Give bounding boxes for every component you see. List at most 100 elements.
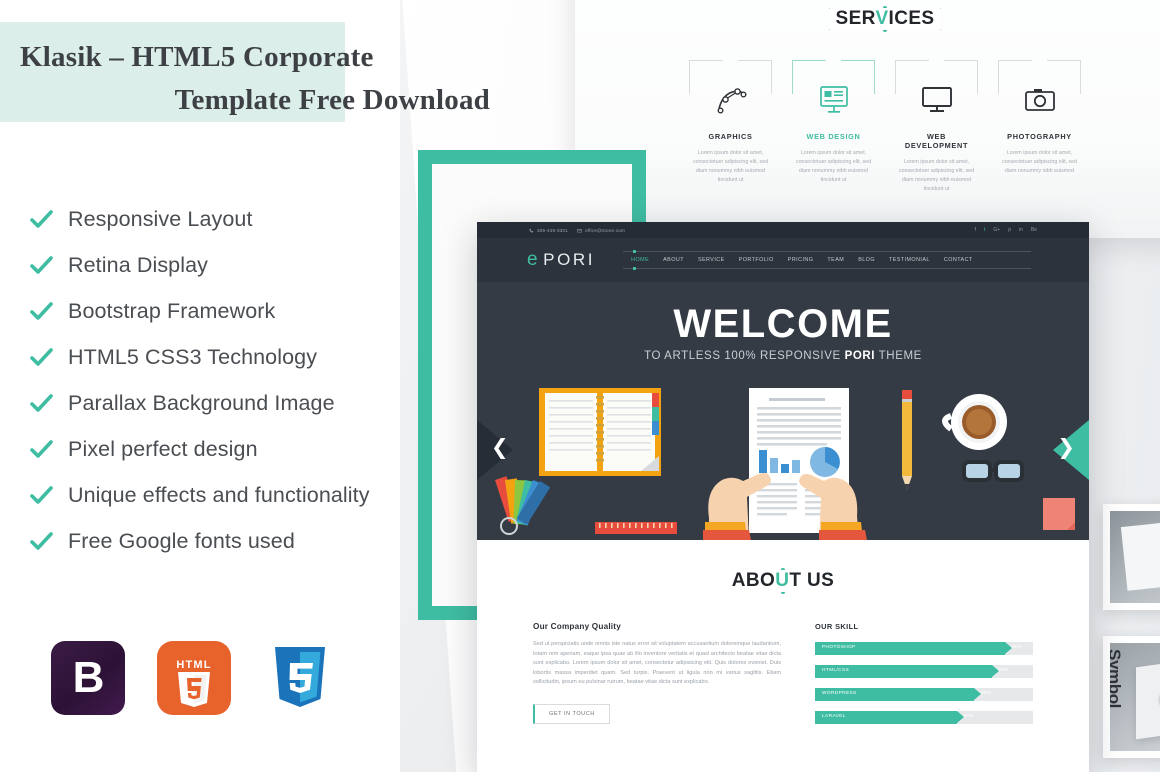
camera-icon [998, 78, 1081, 122]
nav-item-blog[interactable]: BLOG [858, 257, 875, 263]
get-in-touch-button[interactable]: GET IN TOUCH [533, 703, 610, 724]
headline-line-1: Klasik – HTML5 Corporate [20, 41, 374, 73]
thumbnail-symbol-book[interactable]: Symbol [1103, 636, 1160, 758]
linkedin-icon[interactable]: in [1019, 227, 1023, 233]
social-links: f t G+ p in Be [975, 227, 1037, 233]
nav-item-testimonial[interactable]: TESTIMONIAL [889, 257, 930, 263]
service-name: PHOTOGRAPHY [1007, 132, 1072, 141]
about-section-header: ABOUT US [477, 566, 1089, 596]
hero-title: WELCOME [673, 302, 893, 346]
card-border-tr-v [771, 60, 772, 94]
card-border-tl-h [792, 60, 826, 61]
email-info: office@stone.com [577, 228, 625, 233]
services-title-pre: SER [835, 8, 876, 29]
card-border-tl-v [689, 60, 690, 94]
page-title: Klasik – HTML5 Corporate Template Free D… [20, 36, 490, 122]
feature-item-unique-effects: Unique effects and functionality [28, 472, 448, 518]
card-border-tr-h [944, 60, 978, 61]
card-border-tl-h [998, 60, 1032, 61]
nav-item-home[interactable]: HOME [631, 257, 649, 263]
nav-rule-bottom [623, 268, 1031, 269]
check-icon [28, 298, 54, 324]
logo-mark: e [527, 249, 541, 270]
skill-name: WORDPRESS [822, 691, 857, 696]
behance-icon[interactable]: Be [1031, 227, 1037, 233]
envelope-icon [577, 228, 582, 232]
check-icon [28, 390, 54, 416]
about-title-pre: ABO [731, 570, 776, 591]
pinterest-icon[interactable]: p [1008, 227, 1011, 233]
services-screenshot: SERVICES GRAPHICS Lorem ipsum dolor sit … [575, 0, 1160, 238]
html5-badge-wordmark: HTML [176, 659, 211, 671]
company-quality-text: Sed ut perspiciatis unde omnis iste natu… [533, 641, 781, 686]
check-icon [28, 252, 54, 278]
site-logo[interactable]: e PORI [527, 249, 595, 271]
card-border-tr-v [977, 60, 978, 94]
hero-text: WELCOME TO ARTLESS 100% RESPONSIVE PORI … [477, 304, 1089, 362]
skill-bar-htmlcss: HTML/CSS 90% [815, 665, 1033, 678]
service-name: GRAPHICS [708, 132, 753, 141]
google-plus-icon[interactable]: G+ [993, 227, 1000, 233]
nav-container: HOME ABOUT SERVICE PORTFOLIO PRICING TEA… [623, 250, 1039, 270]
feature-item-parallax-background: Parallax Background Image [28, 380, 448, 426]
card-border-tr-h [841, 60, 875, 61]
service-desc: Lorem ipsum dolor sit amet, consectetuer… [795, 150, 872, 183]
thumbnail-hand-drawing[interactable] [1103, 504, 1160, 610]
desk-illustration [477, 380, 1089, 540]
services-title: SERVICES [829, 8, 941, 30]
chevron-left-icon[interactable]: ❮ [491, 437, 509, 458]
skill-value: 95% [1011, 645, 1022, 650]
service-card-web-development[interactable]: WEB DEVELOPMENT Lorem ipsum dolor sit am… [885, 60, 988, 194]
twitter-icon[interactable]: t [984, 227, 985, 233]
sticky-note [1043, 498, 1075, 530]
card-border-tl-v [998, 60, 999, 94]
hero-slider: WELCOME TO ARTLESS 100% RESPONSIVE PORI … [477, 282, 1089, 540]
services-title-accent: V [875, 8, 889, 29]
pencil [902, 390, 912, 490]
bootstrap-badge-label: B [72, 653, 105, 702]
technology-badges: B HTML [51, 641, 337, 715]
skill-value: 80% [963, 714, 974, 719]
main-preview-screenshot: 305-449-3301 office@stone.com f t G+ p i… [477, 222, 1089, 772]
service-card-graphics[interactable]: GRAPHICS Lorem ipsum dolor sit amet, con… [679, 60, 782, 194]
ruler [595, 522, 677, 534]
thumbnail-caption: Symbol [1110, 649, 1124, 709]
nav-item-service[interactable]: SERVICE [698, 257, 725, 263]
feature-label: Responsive Layout [68, 206, 253, 231]
service-card-photography[interactable]: PHOTOGRAPHY Lorem ipsum dolor sit amet, … [988, 60, 1091, 194]
nav-item-team[interactable]: TEAM [827, 257, 844, 263]
nav-item-portfolio[interactable]: PORTFOLIO [739, 257, 774, 263]
check-icon [28, 206, 54, 232]
chevron-right-icon[interactable]: ❯ [1057, 437, 1075, 458]
css3-badge [263, 641, 337, 715]
skill-name: HTML/CSS [822, 668, 850, 673]
feature-item-bootstrap-framework: Bootstrap Framework [28, 288, 448, 334]
card-border-tl-v [792, 60, 793, 94]
service-desc: Lorem ipsum dolor sit amet, consectetuer… [692, 150, 769, 183]
about-title: ABOUT US [725, 570, 841, 592]
skills-title: OUR SKILL [815, 622, 859, 631]
service-card-web-design[interactable]: WEB DESIGN Lorem ipsum dolor sit amet, c… [782, 60, 885, 194]
paper-shape [1120, 519, 1160, 591]
logo-text: PORI [543, 250, 596, 269]
headline-line-2: Template Free Download [174, 84, 490, 116]
preview-topbar: 305-449-3301 office@stone.com f t G+ p i… [477, 222, 1089, 238]
bootstrap-badge: B [51, 641, 125, 715]
facebook-icon[interactable]: f [975, 227, 976, 233]
nav-item-about[interactable]: ABOUT [663, 257, 684, 263]
nav-item-contact[interactable]: CONTACT [944, 257, 973, 263]
feature-item-google-fonts: Free Google fonts used [28, 518, 448, 564]
monitor-icon [895, 78, 978, 122]
service-name: WEB DESIGN [806, 132, 861, 141]
skill-bar-laravel: LARAVEL 80% [815, 711, 1033, 724]
services-section-header: SERVICES [575, 4, 1160, 36]
company-quality-column: Our Company Quality Sed ut perspiciatis … [533, 622, 781, 734]
card-border-tl-h [895, 60, 929, 61]
feature-label: Unique effects and functionality [68, 482, 370, 507]
phone-number: 305-449-3301 [537, 227, 569, 233]
nav-dot-top [633, 250, 637, 253]
card-border-tl-h [689, 60, 723, 61]
nav-item-pricing[interactable]: PRICING [788, 257, 814, 263]
feature-label: Retina Display [68, 252, 209, 277]
hero-subtitle-brand: PORI [844, 350, 876, 362]
